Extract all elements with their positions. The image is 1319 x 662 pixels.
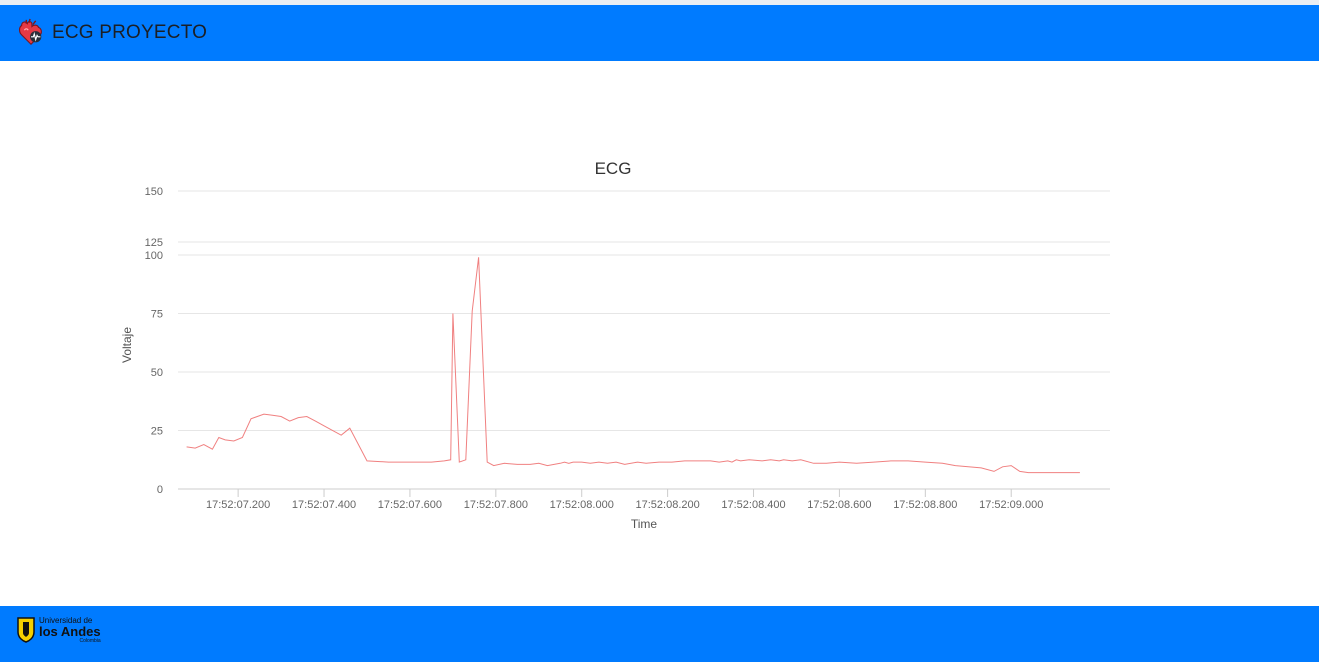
x-tick-label: 17:52:07.800 xyxy=(464,499,528,511)
chart-grid xyxy=(178,190,1110,431)
logo-line-3: Colombia xyxy=(79,638,101,644)
x-axis: 17:52:07.200 17:52:07.400 17:52:07.600 17:5… xyxy=(206,489,1043,511)
x-axis-title: Time xyxy=(631,517,658,531)
logo-line-2: los Andes xyxy=(39,624,101,639)
y-tick-label: 50 xyxy=(151,367,163,379)
footer: Universidad de los Andes Colombia xyxy=(0,606,1319,662)
x-tick-label: 17:52:08.400 xyxy=(721,499,785,511)
university-logo[interactable]: Universidad de los Andes Colombia xyxy=(16,617,101,644)
x-tick-label: 17:52:08.000 xyxy=(550,499,614,511)
y-tick-label: 150 xyxy=(145,186,163,198)
app-title: ECG PROYECTO xyxy=(52,22,208,43)
y-tick-label: 125 xyxy=(145,237,163,249)
y-tick-label: 100 xyxy=(145,250,163,262)
x-tick-label: 17:52:08.200 xyxy=(636,499,700,511)
x-tick-label: 17:52:09.000 xyxy=(979,499,1043,511)
y-axis: 0 25 50 75 100125 150 xyxy=(145,186,163,496)
x-tick-label: 17:52:08.800 xyxy=(893,499,957,511)
ecg-series-line xyxy=(186,257,1080,474)
y-tick-label: 75 xyxy=(151,309,163,321)
chart-title: ECG xyxy=(595,159,632,178)
x-tick-label: 17:52:08.600 xyxy=(807,499,871,511)
shield-icon xyxy=(17,617,35,643)
x-tick-label: 17:52:07.400 xyxy=(292,499,356,511)
ecg-chart: ECG 0255075100125150 17:52:07.200 17:52:0… xyxy=(120,159,1110,531)
x-tick-label: 17:52:07.600 xyxy=(378,499,442,511)
navbar: ECG PROYECTO xyxy=(0,5,1319,61)
y-axis-title: Voltaje xyxy=(120,327,134,363)
brand-link[interactable]: ECG PROYECTO xyxy=(16,18,207,48)
y-tick-label: 0 xyxy=(157,484,163,496)
x-tick-label: 17:52:07.200 xyxy=(206,499,270,511)
heart-icon xyxy=(18,18,42,46)
y-tick-label: 25 xyxy=(151,426,163,438)
